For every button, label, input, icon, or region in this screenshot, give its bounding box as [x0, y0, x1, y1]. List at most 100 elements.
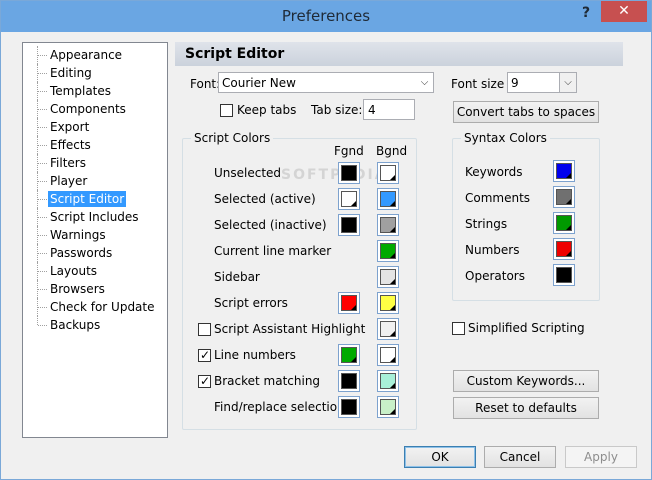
tree-connector — [38, 145, 47, 146]
color-fill — [556, 189, 572, 205]
tree-item-label: Backups — [50, 318, 101, 332]
color-fill — [556, 241, 572, 257]
color-fill — [341, 399, 357, 415]
color-fill — [380, 165, 396, 181]
tree-item[interactable]: Passwords — [23, 244, 167, 262]
bgnd-color-swatch[interactable] — [377, 214, 399, 236]
help-button[interactable]: ? — [579, 5, 593, 25]
syntax-color-swatch[interactable] — [553, 186, 575, 208]
bgnd-color-swatch[interactable] — [377, 266, 399, 288]
bgnd-color-swatch[interactable] — [377, 188, 399, 210]
title-bar[interactable]: Preferences ? ✕ — [1, 1, 651, 32]
panel-title: Script Editor — [185, 46, 285, 62]
apply-button[interactable]: Apply — [565, 446, 637, 468]
bgnd-color-swatch[interactable] — [377, 370, 399, 392]
script-color-label: Line numbers — [214, 348, 296, 362]
chevron-down-icon: ⌵ — [420, 77, 429, 88]
corner-triangle-icon — [351, 175, 356, 180]
script-color-checkbox[interactable]: ✓ — [198, 374, 211, 388]
corner-triangle-icon — [566, 277, 571, 282]
syntax-color-swatch[interactable] — [553, 160, 575, 182]
corner-triangle-icon — [390, 383, 395, 388]
cancel-button[interactable]: Cancel — [484, 446, 556, 468]
tab-size-input[interactable]: 4 — [363, 99, 415, 120]
script-color-label: Selected (active) — [214, 192, 316, 206]
tree-item[interactable]: Templates — [23, 82, 167, 100]
tree-item-label: Appearance — [50, 48, 123, 62]
tree-item[interactable]: Browsers — [23, 280, 167, 298]
bgnd-color-swatch[interactable] — [377, 292, 399, 314]
bgnd-color-swatch[interactable] — [377, 162, 399, 184]
tree-item[interactable]: Appearance — [23, 46, 167, 64]
tree-item[interactable]: Components — [23, 100, 167, 118]
corner-triangle-icon — [351, 357, 356, 362]
tree-item[interactable]: Export — [23, 118, 167, 136]
corner-triangle-icon — [390, 305, 395, 310]
fgnd-color-swatch[interactable] — [338, 344, 360, 366]
convert-tabs-button[interactable]: Convert tabs to spaces — [453, 101, 599, 123]
bgnd-color-swatch[interactable] — [377, 396, 399, 418]
fgnd-color-swatch[interactable] — [338, 162, 360, 184]
syntax-color-swatch[interactable] — [553, 264, 575, 286]
tree-item-label: Player — [50, 174, 88, 188]
syntax-color-label: Numbers — [465, 243, 520, 257]
category-tree[interactable]: Appearance Editing Templates Components Expo… — [22, 42, 168, 438]
keep-tabs-checkbox[interactable] — [220, 104, 233, 117]
syntax-color-swatch[interactable] — [553, 238, 575, 260]
fgnd-color-swatch[interactable] — [338, 396, 360, 418]
color-fill — [556, 163, 572, 179]
ok-button[interactable]: OK — [404, 446, 476, 468]
corner-triangle-icon — [351, 201, 356, 206]
font-select[interactable]: Courier New ⌵ — [218, 72, 434, 93]
close-button[interactable]: ✕ — [601, 1, 647, 22]
tree-item[interactable]: Effects — [23, 136, 167, 154]
bgnd-color-swatch[interactable] — [377, 344, 399, 366]
color-fill — [341, 165, 357, 181]
simplified-scripting-checkbox[interactable] — [452, 322, 465, 335]
tree-item[interactable]: Check for Update — [23, 298, 167, 316]
corner-triangle-icon — [390, 409, 395, 414]
bgnd-color-swatch[interactable] — [377, 240, 399, 262]
fgnd-color-swatch[interactable] — [338, 370, 360, 392]
tree-connector — [38, 181, 47, 182]
tree-item[interactable]: Player — [23, 172, 167, 190]
fgnd-color-swatch[interactable] — [338, 214, 360, 236]
tree-item[interactable]: Filters — [23, 154, 167, 172]
tree-item-label: Warnings — [50, 228, 106, 242]
font-select-value: Courier New — [222, 76, 296, 90]
tree-item[interactable]: Backups — [23, 316, 167, 334]
corner-triangle-icon — [566, 251, 571, 256]
syntax-colors-title: Syntax Colors — [461, 131, 550, 145]
script-color-checkbox[interactable]: ✓ — [198, 348, 211, 362]
tree-item[interactable]: Script Includes — [23, 208, 167, 226]
tree-item[interactable]: Editing — [23, 64, 167, 82]
tree-connector — [38, 253, 47, 254]
corner-triangle-icon — [390, 331, 395, 336]
font-size-select[interactable]: 9 ⌵ — [507, 72, 577, 93]
script-color-label: Find/replace selection — [214, 400, 345, 414]
custom-keywords-button[interactable]: Custom Keywords... — [453, 370, 599, 392]
color-fill — [380, 321, 396, 337]
color-fill — [341, 217, 357, 233]
script-color-checkbox[interactable] — [198, 323, 211, 336]
syntax-color-label: Keywords — [465, 165, 523, 179]
color-fill — [380, 269, 396, 285]
fgnd-color-swatch[interactable] — [338, 188, 360, 210]
color-fill — [341, 347, 357, 363]
corner-triangle-icon — [351, 409, 356, 414]
fgnd-color-swatch[interactable] — [338, 292, 360, 314]
syntax-color-swatch[interactable] — [553, 212, 575, 234]
tree-item[interactable]: Warnings — [23, 226, 167, 244]
color-fill — [380, 243, 396, 259]
script-color-label: Current line marker — [214, 244, 332, 258]
tree-item-label: Effects — [50, 138, 91, 152]
tree-item[interactable]: Layouts — [23, 262, 167, 280]
tree-item-label: Check for Update — [50, 300, 155, 314]
chevron-down-icon: ⌵ — [559, 73, 576, 92]
bgnd-color-swatch[interactable] — [377, 318, 399, 340]
reset-defaults-button[interactable]: Reset to defaults — [453, 397, 599, 419]
tab-size-value: 4 — [368, 103, 376, 117]
tree-connector — [38, 289, 47, 290]
color-fill — [380, 217, 396, 233]
tree-item[interactable]: Script Editor — [23, 190, 167, 208]
